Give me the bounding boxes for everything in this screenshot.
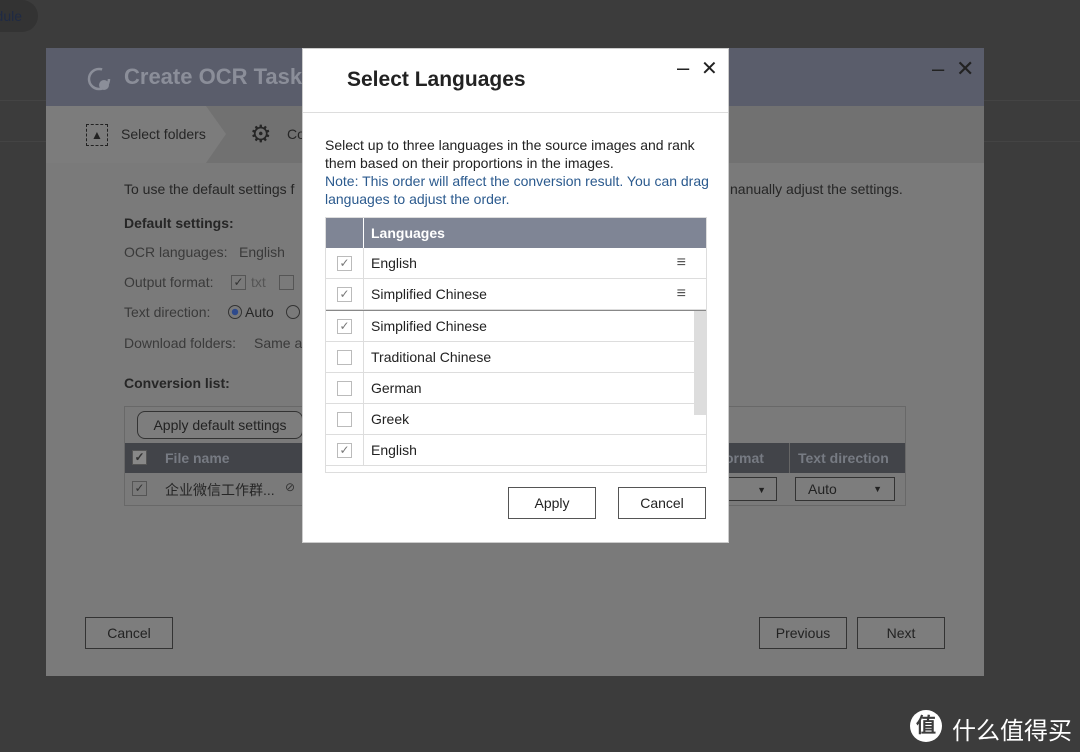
checkbox-cell: ✓ [326,435,364,465]
language-label: Simplified Chinese [371,318,487,334]
checkbox-cell [326,342,364,372]
language-checkbox[interactable]: ✓ [337,442,352,458]
label: OCR languages: [124,244,228,260]
language-label: German [371,380,422,396]
language-cell: German [364,373,706,403]
table-header: Languages [326,218,706,248]
drag-handle-icon[interactable]: ≡ [677,248,686,278]
language-row[interactable]: German [326,373,706,404]
select-languages-dialog: Select Languages – ✕ Select up to three … [302,48,729,543]
step-label: Select folders [121,126,206,142]
column-languages: Languages [371,225,445,241]
language-row[interactable]: Greek [326,404,706,435]
language-label: Simplified Chinese [371,286,487,302]
language-checkbox[interactable]: ✓ [337,286,352,302]
row-checkbox[interactable]: ✓ [132,481,147,496]
language-checkbox[interactable] [337,380,352,396]
dialog-title: Select Languages [347,68,526,91]
checkbox-cell [326,404,364,434]
intro-text-right: nanually adjust the settings. [730,181,903,197]
download-folders-value: Same a [254,335,303,351]
language-label: English [371,255,417,271]
label: Output format: [124,274,214,290]
languages-table: Languages ✓ English ≡ ✓ Simplified Chinese ≡ … [325,217,707,473]
step-select-folders: ▲ Select folders [46,106,226,163]
label: Text direction: [124,304,211,320]
scrollbar[interactable] [694,311,706,415]
watermark-text: 什么值得买 [952,718,1072,745]
language-row[interactable]: Traditional Chinese [326,342,706,373]
dialog-header: Select Languages – ✕ [303,49,728,113]
language-row[interactable]: ✓ English [326,435,706,466]
order-note: Note: This order will affect the convers… [325,173,709,207]
radio[interactable] [286,305,300,319]
language-label: Greek [371,411,410,427]
label: Download folders: [124,335,237,351]
language-checkbox[interactable]: ✓ [337,255,352,271]
checkbox-cell: ✓ [326,311,364,341]
apply-default-settings-button[interactable]: Apply default settings [137,411,303,439]
dialog-description: Select up to three languages in the sour… [325,136,715,208]
language-cell: English ≡ [364,248,706,278]
close-icon[interactable]: ✕ [701,56,718,81]
column-file-name: File name [165,450,230,466]
language-cell: Simplified Chinese [364,311,706,341]
column-text-direction: Text direction [789,443,889,473]
language-cell: Greek [364,404,706,434]
intro-text: To use the default settings f [124,181,295,197]
checkbox-cell [326,373,364,403]
next-button[interactable]: Next [857,617,945,649]
language-checkbox[interactable] [337,411,352,427]
minimize-icon[interactable]: – [677,55,689,81]
language-cell: Simplified Chinese ≡ [364,279,706,309]
cancel-button[interactable]: Cancel [618,487,706,519]
language-label: English [371,442,417,458]
watermark-logo: 值 [910,710,942,742]
image-icon: ▲ [86,124,108,146]
ocr-refresh-icon [87,67,111,91]
gear-icon: ⚙ [250,121,272,148]
auto-label: Auto [245,304,274,320]
checkbox-cell: ✓ [326,279,364,309]
text-direction-select[interactable]: Auto ▼ [795,477,895,501]
language-row[interactable]: ✓ English ≡ [326,248,706,279]
select-value: Auto [808,481,837,497]
language-row[interactable]: ✓ Simplified Chinese ≡ [326,279,706,310]
conversion-list-heading: Conversion list: [124,375,230,391]
apply-button[interactable]: Apply [508,487,596,519]
ocr-languages-value: English [239,244,285,260]
language-checkbox[interactable]: ✓ [337,318,352,334]
window-title: Create OCR Task [124,64,303,89]
checkbox-cell: ✓ [326,248,364,278]
close-icon[interactable]: ✕ [956,56,974,82]
auto-radio[interactable] [228,305,242,319]
file-name: 企业微信工作群... [165,482,275,498]
minimize-icon[interactable]: – [932,56,944,82]
format-checkbox[interactable] [279,275,294,290]
hidden-eye-icon[interactable]: ⊘ [285,480,295,494]
language-row[interactable]: ✓ Simplified Chinese [326,311,706,342]
language-label: Traditional Chinese [371,349,492,365]
select-all-checkbox[interactable]: ✓ [132,450,147,465]
previous-button[interactable]: Previous [759,617,847,649]
default-settings-heading: Default settings: [124,215,234,231]
instructions: Select up to three languages in the sour… [325,137,695,171]
language-checkbox[interactable] [337,349,352,365]
drag-handle-icon[interactable]: ≡ [677,279,686,309]
language-cell: Traditional Chinese [364,342,706,372]
background-pill-button: dule [0,0,38,32]
language-cell: English [364,435,706,465]
txt-label: txt [251,274,266,290]
cancel-button[interactable]: Cancel [85,617,173,649]
column-format: ormat [725,450,764,466]
txt-checkbox[interactable]: ✓ [231,275,246,290]
